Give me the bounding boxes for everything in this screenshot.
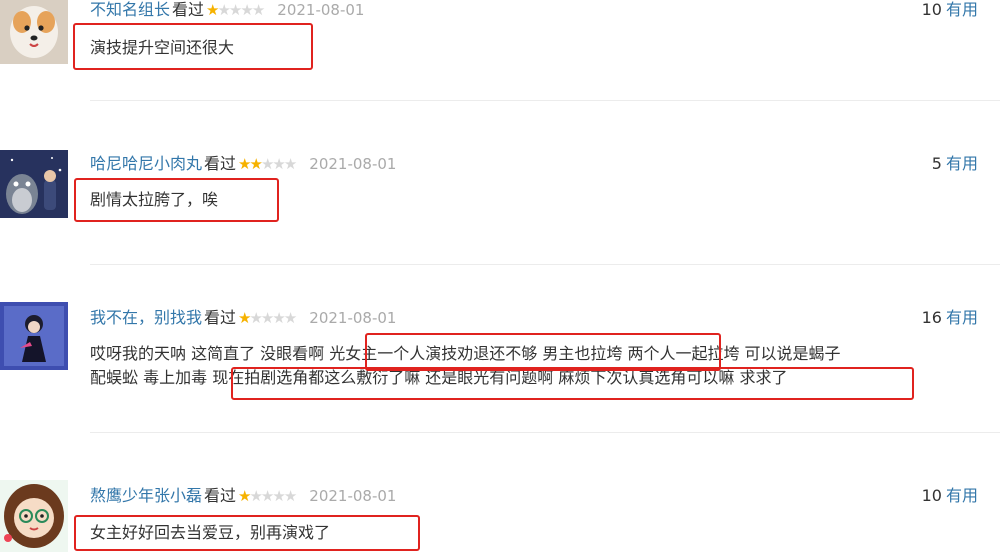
- review-header: 我不在，别找我 看过 ★★★★★ 2021-08-01 16 有用: [90, 306, 978, 330]
- review-text-segment: 哎呀我的天呐 这简直了 没眼看啊: [90, 344, 330, 363]
- useful-vote: 10 有用: [922, 484, 978, 508]
- review-date: 2021-08-01: [309, 487, 397, 505]
- watched-label: 看过: [204, 308, 237, 327]
- watched-label: 看过: [204, 154, 237, 173]
- totoro-avatar-icon[interactable]: [0, 150, 68, 218]
- divider: [90, 100, 1000, 101]
- star-rating: ★★★★★: [238, 309, 297, 327]
- review-date: 2021-08-01: [309, 309, 397, 327]
- review-date: 2021-08-01: [277, 1, 365, 19]
- username-link[interactable]: 熬鹰少年张小磊: [90, 486, 202, 505]
- highlight-box: [365, 333, 721, 371]
- username-link[interactable]: 哈尼哈尼小肉丸: [90, 154, 202, 173]
- highlight-box: [74, 178, 279, 222]
- useful-button[interactable]: 有用: [946, 308, 978, 327]
- highlight-box: [231, 367, 914, 400]
- watched-label: 看过: [204, 486, 237, 505]
- divider: [90, 432, 1000, 433]
- review-header: 哈尼哈尼小肉丸 看过 ★★★★★ 2021-08-01 5 有用: [90, 152, 978, 176]
- useful-vote: 5 有用: [932, 152, 978, 176]
- cartoon-girl-avatar-icon[interactable]: [0, 480, 68, 552]
- review-header: 熬鹰少年张小磊 看过 ★★★★★ 2021-08-01 10 有用: [90, 484, 978, 508]
- useful-count: 16: [921, 308, 942, 327]
- divider: [90, 264, 1000, 265]
- useful-button[interactable]: 有用: [946, 0, 978, 19]
- useful-vote: 16 有用: [922, 306, 978, 330]
- useful-button[interactable]: 有用: [946, 486, 978, 505]
- useful-count: 10: [921, 0, 942, 19]
- username-link[interactable]: 不知名组长: [90, 0, 170, 19]
- useful-count: 10: [921, 486, 942, 505]
- star-rating: ★★★★★: [238, 487, 297, 505]
- star-rating: ★★★★★: [238, 155, 297, 173]
- useful-button[interactable]: 有用: [946, 154, 978, 173]
- useful-vote: 10 有用: [922, 0, 978, 22]
- highlight-box: [73, 23, 313, 70]
- review-header: 不知名组长 看过 ★★★★★ 2021-08-01 10 有用: [90, 0, 978, 22]
- highlight-box: [74, 515, 420, 551]
- anime-figure-avatar-icon[interactable]: [0, 302, 68, 370]
- useful-count: 5: [931, 154, 942, 173]
- star-rating: ★★★★★: [206, 1, 265, 19]
- watched-label: 看过: [172, 0, 205, 19]
- review-text-segment: 配蜈蚣 毒上加毒: [90, 368, 213, 387]
- review-date: 2021-08-01: [309, 155, 397, 173]
- username-link[interactable]: 我不在，别找我: [90, 308, 202, 327]
- dog-avatar-icon[interactable]: [0, 0, 68, 64]
